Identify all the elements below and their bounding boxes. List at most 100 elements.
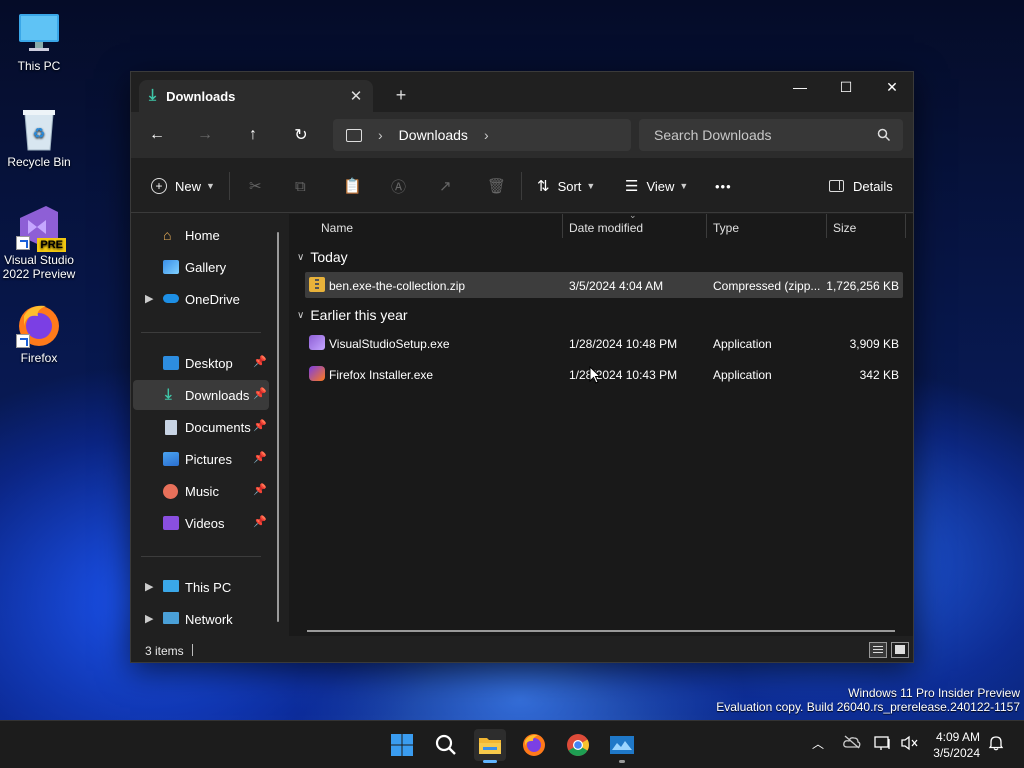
forward-button[interactable]: → [190,120,220,150]
chevron-right-icon[interactable]: ▶ [145,292,153,305]
visual-studio-installer-icon [309,335,325,350]
chevron-down-icon: ▼ [679,181,689,191]
pin-icon[interactable]: 📌 [253,387,267,400]
cut-button[interactable]: ✂ [249,171,262,201]
navigation-bar: ← → ↑ ↻ › Downloads › Search Downloads [131,112,913,158]
sidebar-item-this-pc[interactable]: ▶ This PC [133,572,269,602]
new-tab-button[interactable]: + [389,84,413,106]
sidebar-item-documents[interactable]: Documents 📌 [133,412,269,442]
videos-icon [163,516,179,530]
desktop-icon-firefox[interactable]: Firefox [1,302,77,365]
desktop-icon-label: Recycle Bin [7,155,71,169]
sidebar-item-music[interactable]: Music 📌 [133,476,269,506]
network-status-icon[interactable] [874,735,892,754]
details-view-button[interactable] [869,642,887,658]
pin-icon[interactable]: 📌 [253,355,267,368]
new-button[interactable]: + New ▼ [151,171,215,201]
plus-circle-icon: + [151,178,167,194]
chevron-right-icon[interactable]: ▶ [145,612,153,625]
file-size: 342 KB [859,368,899,382]
sidebar-scrollbar[interactable] [277,232,279,622]
sidebar-item-label: OneDrive [185,291,240,307]
share-button[interactable]: ↗ [439,171,452,201]
back-button[interactable]: ← [142,120,172,150]
sidebar-item-downloads[interactable]: ⤓ Downloads 📌 [133,380,269,410]
sidebar-item-onedrive[interactable]: ▶ OneDrive [133,284,269,314]
pin-icon[interactable]: 📌 [253,419,267,432]
download-arrow-icon: ⤓ [149,87,157,104]
network-icon [163,612,179,624]
address-bar[interactable]: › Downloads › [333,119,631,151]
copy-button[interactable]: ⧉ [295,171,306,201]
svg-text:♻: ♻ [33,125,46,141]
file-row[interactable]: Firefox Installer.exe 1/28/2024 10:43 PM… [305,361,903,387]
sidebar-item-home[interactable]: ⌂ Home [133,220,269,250]
recycle-bin-icon: ♻ [16,106,62,152]
volume-muted-icon[interactable] [901,735,919,754]
paste-button[interactable]: 📋 [343,171,362,201]
app-taskbar-button[interactable] [606,729,638,763]
search-taskbar-button[interactable] [430,729,462,761]
tab-close-button[interactable]: ✕ [345,85,367,107]
delete-button[interactable]: 🗑 [487,171,506,201]
column-divider[interactable] [562,214,563,238]
desktop-icon-this-pc[interactable]: This PC [1,10,77,73]
pin-icon[interactable]: 📌 [253,515,267,528]
column-header-size[interactable]: Size [833,214,856,242]
breadcrumb-downloads[interactable]: Downloads [399,127,468,143]
file-explorer-taskbar-button[interactable] [474,729,506,763]
pin-icon[interactable]: 📌 [253,483,267,496]
sidebar-item-label: Desktop [185,355,233,371]
refresh-button[interactable]: ↻ [286,120,316,150]
mouse-cursor-icon [589,365,602,387]
sidebar-item-network[interactable]: ▶ Network [133,604,269,634]
file-name: Firefox Installer.exe [329,368,434,382]
column-header-name[interactable]: Name [321,214,353,242]
column-divider[interactable] [826,214,827,238]
sidebar-item-gallery[interactable]: Gallery [133,252,269,282]
pin-icon[interactable]: 📌 [253,451,267,464]
onedrive-status-icon[interactable] [843,735,861,752]
file-type: Application [713,368,772,382]
breadcrumb-separator[interactable]: › [484,127,489,143]
sort-button[interactable]: ⇅ Sort ▼ [537,171,595,201]
sidebar-item-desktop[interactable]: Desktop 📌 [133,348,269,378]
cloud-icon [163,294,179,303]
sidebar-item-videos[interactable]: Videos 📌 [133,508,269,538]
maximize-button[interactable]: ☐ [823,72,869,102]
up-button[interactable]: ↑ [238,120,268,150]
search-input[interactable]: Search Downloads [639,119,903,151]
tab-downloads[interactable]: ⤓ Downloads ✕ [139,80,373,112]
file-row[interactable]: ben.exe-the-collection.zip 3/5/2024 4:04… [305,272,903,298]
view-button[interactable]: ☰ View ▼ [625,171,688,201]
group-header-today[interactable]: ∨ Today [297,246,348,268]
file-row[interactable]: VisualStudioSetup.exe 1/28/2024 10:48 PM… [305,330,903,356]
column-divider[interactable] [905,214,906,238]
paste-icon: 📋 [343,178,362,195]
horizontal-scrollbar[interactable] [307,630,895,632]
close-button[interactable]: ✕ [869,72,913,102]
monitor-icon [16,10,62,56]
sidebar-item-label: Music [185,483,219,499]
tiles-view-button[interactable] [891,642,909,658]
minimize-button[interactable]: — [777,72,823,102]
column-divider[interactable] [706,214,707,238]
column-header-type[interactable]: Type [713,214,739,242]
details-pane-button[interactable]: Details [829,171,893,201]
start-button[interactable] [386,729,418,761]
desktop-icon-recycle-bin[interactable]: ♻ Recycle Bin [1,106,77,169]
sidebar-item-label: Network [185,611,233,627]
notifications-button[interactable] [988,735,1004,754]
more-options-button[interactable]: ••• [715,171,732,201]
sidebar-item-pictures[interactable]: Pictures 📌 [133,444,269,474]
chrome-taskbar-button[interactable] [562,729,594,761]
firefox-taskbar-button[interactable] [518,729,550,761]
command-bar: + New ▼ ✂ ⧉ 📋 Ⓐ ↗ 🗑 ⇅ Sort ▼ ☰ View ▼ ••… [131,158,913,213]
group-header-earlier-this-year[interactable]: ∨ Earlier this year [297,304,408,326]
desktop-icon-visual-studio[interactable]: PRE Visual Studio 2022 Preview [1,204,77,281]
rename-button[interactable]: Ⓐ [391,171,406,201]
chevron-right-icon[interactable]: ▶ [145,580,153,593]
clock[interactable]: 4:09 AM 3/5/2024 [933,729,980,761]
show-hidden-icons-button[interactable]: ︿ [812,735,824,752]
toolbar-divider [229,172,230,200]
